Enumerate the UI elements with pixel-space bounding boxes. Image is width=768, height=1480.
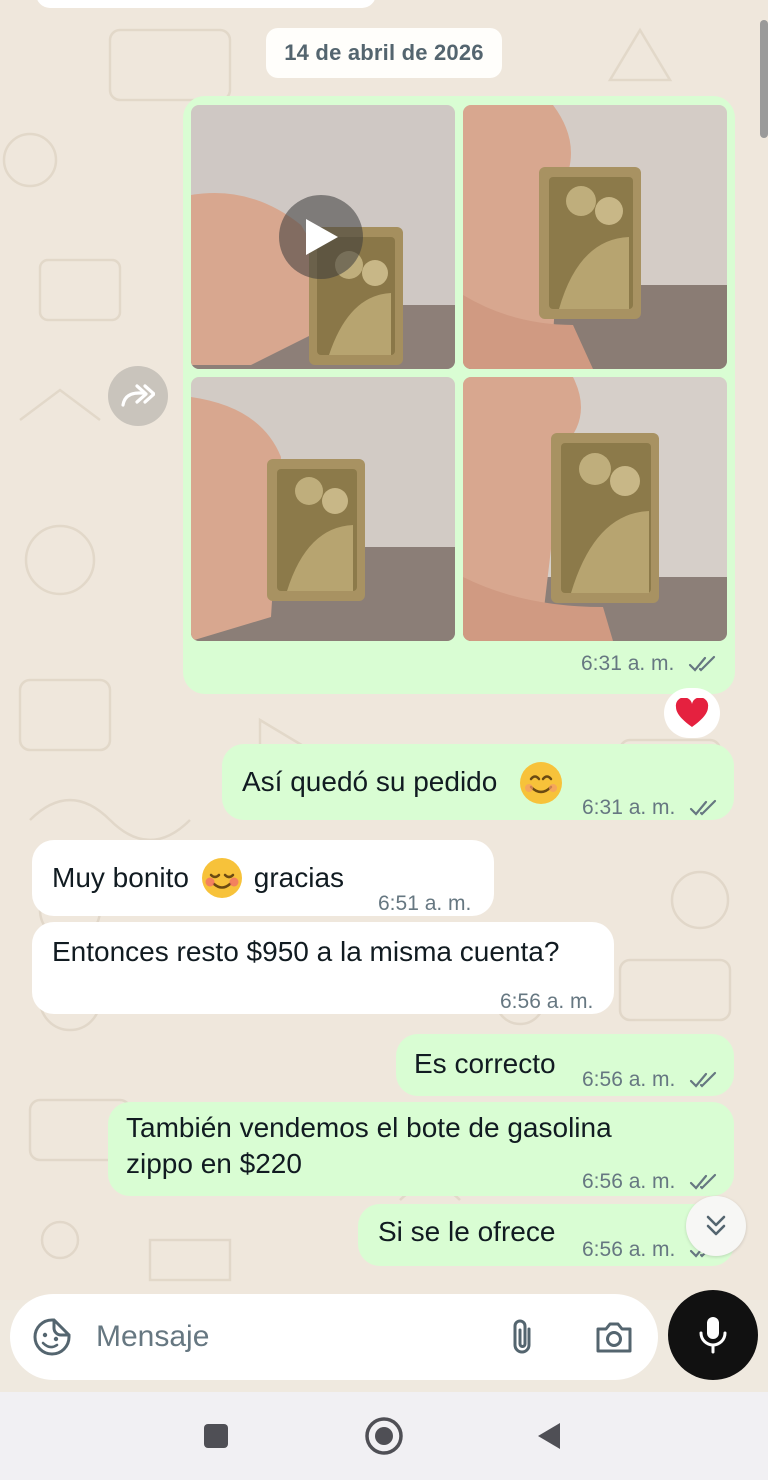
message-timestamp: 6:56 a. m. bbox=[582, 1062, 719, 1098]
message-text: Así quedó su pedido bbox=[242, 766, 498, 797]
outgoing-message[interactable]: También vendemos el bote de gasolina zip… bbox=[108, 1102, 734, 1196]
attach-icon bbox=[513, 1319, 531, 1354]
incoming-message[interactable]: Entonces resto $950 a la misma cuenta? 6… bbox=[32, 922, 614, 1014]
home-icon bbox=[365, 1417, 403, 1455]
message-text: También vendemos el bote de gasolina bbox=[126, 1112, 612, 1143]
album-video[interactable] bbox=[191, 105, 455, 369]
recents-button[interactable] bbox=[190, 1410, 242, 1462]
back-icon bbox=[538, 1423, 560, 1449]
attach-button[interactable] bbox=[500, 1315, 544, 1359]
play-button[interactable] bbox=[279, 195, 363, 279]
mic-icon bbox=[699, 1317, 727, 1354]
sticker-icon bbox=[33, 1318, 71, 1356]
lighter-photo-thumbnail bbox=[463, 105, 727, 369]
media-album-message[interactable]: 6:31 a. m. bbox=[183, 96, 735, 694]
blushing-face-emoji bbox=[202, 858, 242, 898]
heart-emoji bbox=[675, 698, 709, 727]
message-timestamp: 6:31 a. m. bbox=[582, 790, 719, 826]
message-timestamp: 6:31 a. m. bbox=[581, 652, 718, 676]
camera-icon bbox=[596, 1322, 632, 1353]
double-check-icon bbox=[689, 656, 716, 673]
lighter-photo-thumbnail bbox=[191, 377, 455, 641]
sticker-button[interactable] bbox=[30, 1315, 74, 1359]
double-check-icon bbox=[690, 1072, 717, 1089]
double-check-icon bbox=[690, 1174, 717, 1191]
outgoing-message[interactable]: Así quedó su pedido 6:31 a. m. bbox=[222, 744, 734, 820]
previous-message-edge bbox=[36, 0, 376, 8]
message-text: Es correcto bbox=[414, 1048, 556, 1079]
voice-message-button[interactable] bbox=[668, 1290, 758, 1380]
incoming-message[interactable]: Muy bonito gracias 6:51 a. m. bbox=[32, 840, 494, 916]
lighter-photo-thumbnail bbox=[463, 377, 727, 641]
home-button[interactable] bbox=[358, 1410, 410, 1462]
album-photo[interactable] bbox=[191, 377, 455, 641]
message-composer bbox=[10, 1294, 658, 1380]
message-input[interactable] bbox=[96, 1314, 476, 1360]
forward-icon bbox=[121, 384, 155, 407]
play-icon bbox=[306, 219, 338, 255]
message-text: Muy bonito bbox=[52, 862, 189, 893]
double-check-icon bbox=[690, 800, 717, 817]
date-divider: 14 de abril de 2026 bbox=[266, 28, 502, 78]
message-timestamp: 6:56 a. m. bbox=[582, 1164, 719, 1200]
message-text: Si se le ofrece bbox=[378, 1216, 556, 1247]
smiling-face-emoji bbox=[520, 762, 562, 804]
scrollbar-thumb[interactable] bbox=[760, 20, 768, 138]
double-chevron-down-icon bbox=[706, 1215, 726, 1236]
message-timestamp: 6:56 a. m. bbox=[500, 990, 594, 1013]
album-photo[interactable] bbox=[463, 105, 727, 369]
outgoing-message[interactable]: Es correcto 6:56 a. m. bbox=[396, 1034, 734, 1096]
recents-icon bbox=[204, 1424, 228, 1448]
message-text: zippo en $220 bbox=[126, 1148, 302, 1179]
system-navigation-bar bbox=[0, 1392, 768, 1480]
message-text: gracias bbox=[246, 862, 345, 893]
scroll-to-bottom-button[interactable] bbox=[686, 1196, 746, 1256]
camera-button[interactable] bbox=[592, 1315, 636, 1359]
back-button[interactable] bbox=[524, 1410, 576, 1462]
album-photo[interactable] bbox=[463, 377, 727, 641]
forward-button[interactable] bbox=[108, 366, 168, 426]
outgoing-message[interactable]: Si se le ofrece 6:56 a. m. bbox=[358, 1204, 734, 1266]
message-reaction[interactable] bbox=[664, 688, 720, 738]
message-timestamp: 6:51 a. m. bbox=[378, 892, 472, 915]
message-text: Entonces resto $950 a la misma cuenta? bbox=[52, 936, 560, 967]
